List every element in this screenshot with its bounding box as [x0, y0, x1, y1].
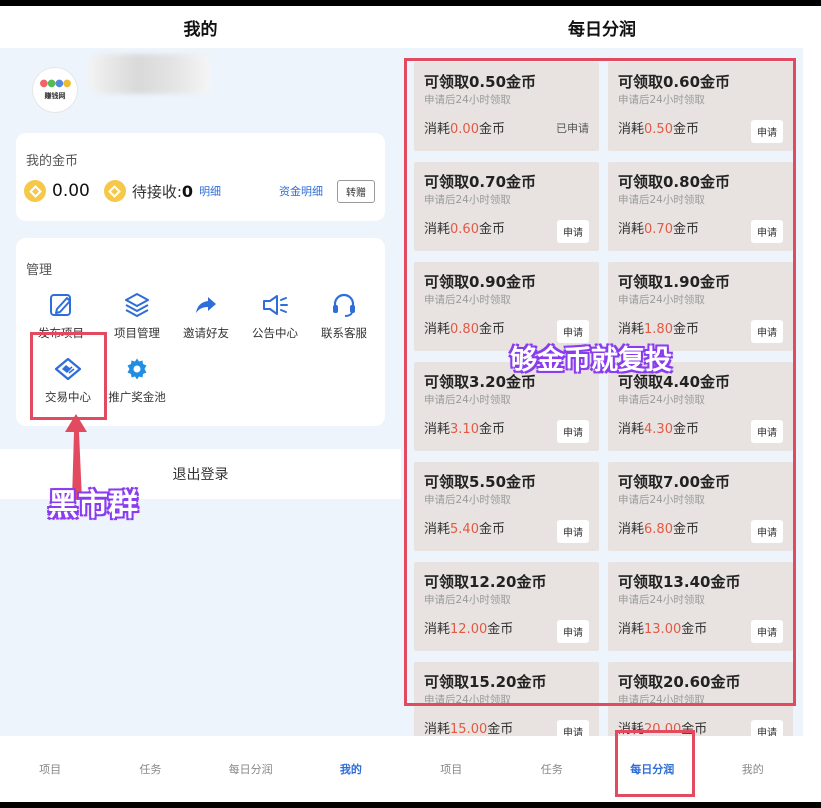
manage-item-announcements[interactable]: 公告中心: [242, 290, 308, 341]
pending-value: 0: [181, 181, 194, 201]
manage-label: 管理: [26, 263, 53, 278]
headset-icon: [330, 290, 358, 320]
manage-item-label: 公告中心: [252, 326, 298, 340]
edit-icon: [48, 290, 74, 320]
avatar-brand: 赚钱网: [44, 92, 66, 100]
cost-suffix: 金币: [487, 722, 514, 736]
tab-tasks[interactable]: 任务: [502, 761, 603, 777]
tab-daily-profit[interactable]: 每日分润: [201, 761, 301, 777]
manage-item-project-management[interactable]: 项目管理: [104, 290, 170, 341]
cost-value: 15.00: [450, 722, 488, 736]
megaphone-icon: [261, 290, 289, 320]
daily-profit-tab-highlight: [615, 730, 695, 797]
avatar[interactable]: ●●●● 赚钱网: [33, 68, 77, 112]
tab-projects[interactable]: 项目: [401, 761, 502, 777]
tab-mine[interactable]: 我的: [703, 761, 804, 777]
task-cost: 消耗15.00金币: [424, 718, 513, 736]
funds-detail-link[interactable]: 资金明细: [279, 183, 323, 199]
coin-icon: [24, 180, 46, 202]
reinvest-annotation: 够金币就复投: [510, 345, 672, 376]
manage-item-label: 项目管理: [114, 326, 160, 340]
trade-center-highlight: [30, 332, 107, 420]
coin-balance: 0.00: [52, 181, 90, 201]
bottom-black-bar: [0, 802, 821, 808]
tab-mine[interactable]: 我的: [301, 761, 401, 777]
manage-item-invite-friends[interactable]: 邀请好友: [173, 290, 239, 341]
pending-coin-icon: [103, 180, 126, 202]
coin-row: 0.00 待接收: 0 明细 资金明细 转赠: [24, 177, 375, 205]
apply-button[interactable]: 申请: [751, 720, 783, 736]
black-market-annotation: 黑市群: [48, 488, 138, 523]
apply-button[interactable]: 申请: [557, 720, 589, 736]
manage-item-customer-service[interactable]: 联系客服: [311, 290, 377, 341]
gear-icon: [125, 354, 149, 384]
pending-label: 待接收:: [131, 182, 182, 201]
page-title: 每日分润: [401, 6, 803, 48]
blurred-username: [90, 54, 210, 94]
coin-card-label: 我的金币: [26, 154, 79, 169]
manage-item-label: 邀请好友: [183, 326, 229, 340]
detail-link[interactable]: 明细: [199, 183, 221, 199]
share-arrow-icon: [194, 290, 218, 320]
coin-card: 我的金币 0.00 待接收: 0 明细 资金明细 转赠: [16, 133, 385, 221]
manage-item-promo-bonus-pool[interactable]: 推广奖金池: [104, 354, 170, 405]
tabbar-right: 项目 任务 每日分润 我的: [401, 736, 803, 802]
tab-tasks[interactable]: 任务: [100, 761, 200, 777]
page-title: 我的: [0, 6, 401, 48]
manage-item-label: 联系客服: [321, 326, 367, 340]
transfer-button[interactable]: 转赠: [337, 179, 375, 203]
tab-projects[interactable]: 项目: [0, 761, 100, 777]
cost-prefix: 消耗: [424, 722, 451, 736]
layers-icon: [123, 290, 151, 320]
task-grid-highlight: [404, 58, 796, 706]
manage-item-label: 推广奖金池: [108, 390, 166, 404]
tabbar-left: 项目 任务 每日分润 我的: [0, 736, 401, 802]
logo-dots-icon: ●●●●: [39, 78, 72, 89]
